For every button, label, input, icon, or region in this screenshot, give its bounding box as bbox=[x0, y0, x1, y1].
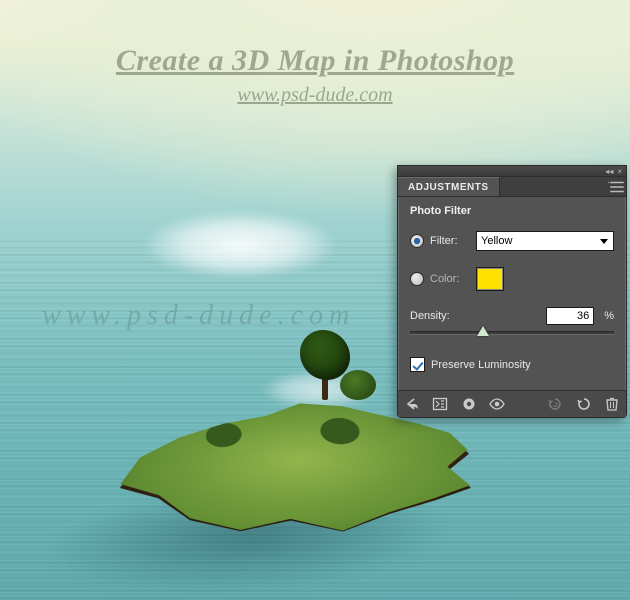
close-panel-icon[interactable]: × bbox=[617, 167, 622, 176]
tab-adjustments[interactable]: ADJUSTMENTS bbox=[398, 177, 500, 196]
collapse-panel-icon[interactable]: ◂◂ bbox=[605, 167, 613, 176]
preserve-luminosity-row: Preserve Luminosity bbox=[410, 357, 614, 372]
color-swatch[interactable] bbox=[476, 267, 504, 291]
reset-icon[interactable] bbox=[575, 395, 591, 413]
density-label: Density: bbox=[410, 310, 450, 322]
back-arrow-icon[interactable] bbox=[404, 395, 420, 413]
density-input[interactable]: 36 bbox=[546, 307, 594, 325]
previous-state-icon[interactable] bbox=[547, 395, 563, 413]
filter-radio[interactable] bbox=[410, 234, 424, 248]
panel-footer bbox=[398, 390, 626, 417]
panel-top-strip: ◂◂ × bbox=[398, 166, 626, 177]
color-label: Color: bbox=[430, 273, 470, 285]
percent-symbol: % bbox=[604, 310, 614, 322]
filter-preset-select[interactable]: Yellow bbox=[476, 231, 614, 251]
filter-label: Filter: bbox=[430, 235, 470, 247]
chevron-down-icon bbox=[597, 234, 611, 248]
color-row: Color: bbox=[410, 265, 614, 293]
filter-preset-value: Yellow bbox=[481, 235, 512, 247]
slider-thumb[interactable] bbox=[477, 326, 489, 336]
filter-row: Filter: Yellow bbox=[410, 231, 614, 251]
density-slider[interactable] bbox=[410, 325, 614, 339]
adjustment-type-heading: Photo Filter bbox=[410, 205, 614, 217]
preserve-luminosity-label: Preserve Luminosity bbox=[431, 359, 531, 371]
slider-track bbox=[410, 331, 614, 335]
density-row: Density: 36 % bbox=[410, 307, 614, 325]
panel-menu-icon[interactable] bbox=[608, 177, 626, 196]
toggle-visibility-icon[interactable] bbox=[489, 395, 505, 413]
adjustments-panel: ◂◂ × ADJUSTMENTS Photo Filter Filter: Ye… bbox=[397, 165, 627, 418]
clip-to-layer-icon[interactable] bbox=[461, 395, 477, 413]
color-radio[interactable] bbox=[410, 272, 424, 286]
expand-view-icon[interactable] bbox=[432, 395, 448, 413]
preserve-luminosity-checkbox[interactable] bbox=[410, 357, 425, 372]
delete-icon[interactable] bbox=[604, 395, 620, 413]
panel-tab-bar: ADJUSTMENTS bbox=[398, 177, 626, 197]
